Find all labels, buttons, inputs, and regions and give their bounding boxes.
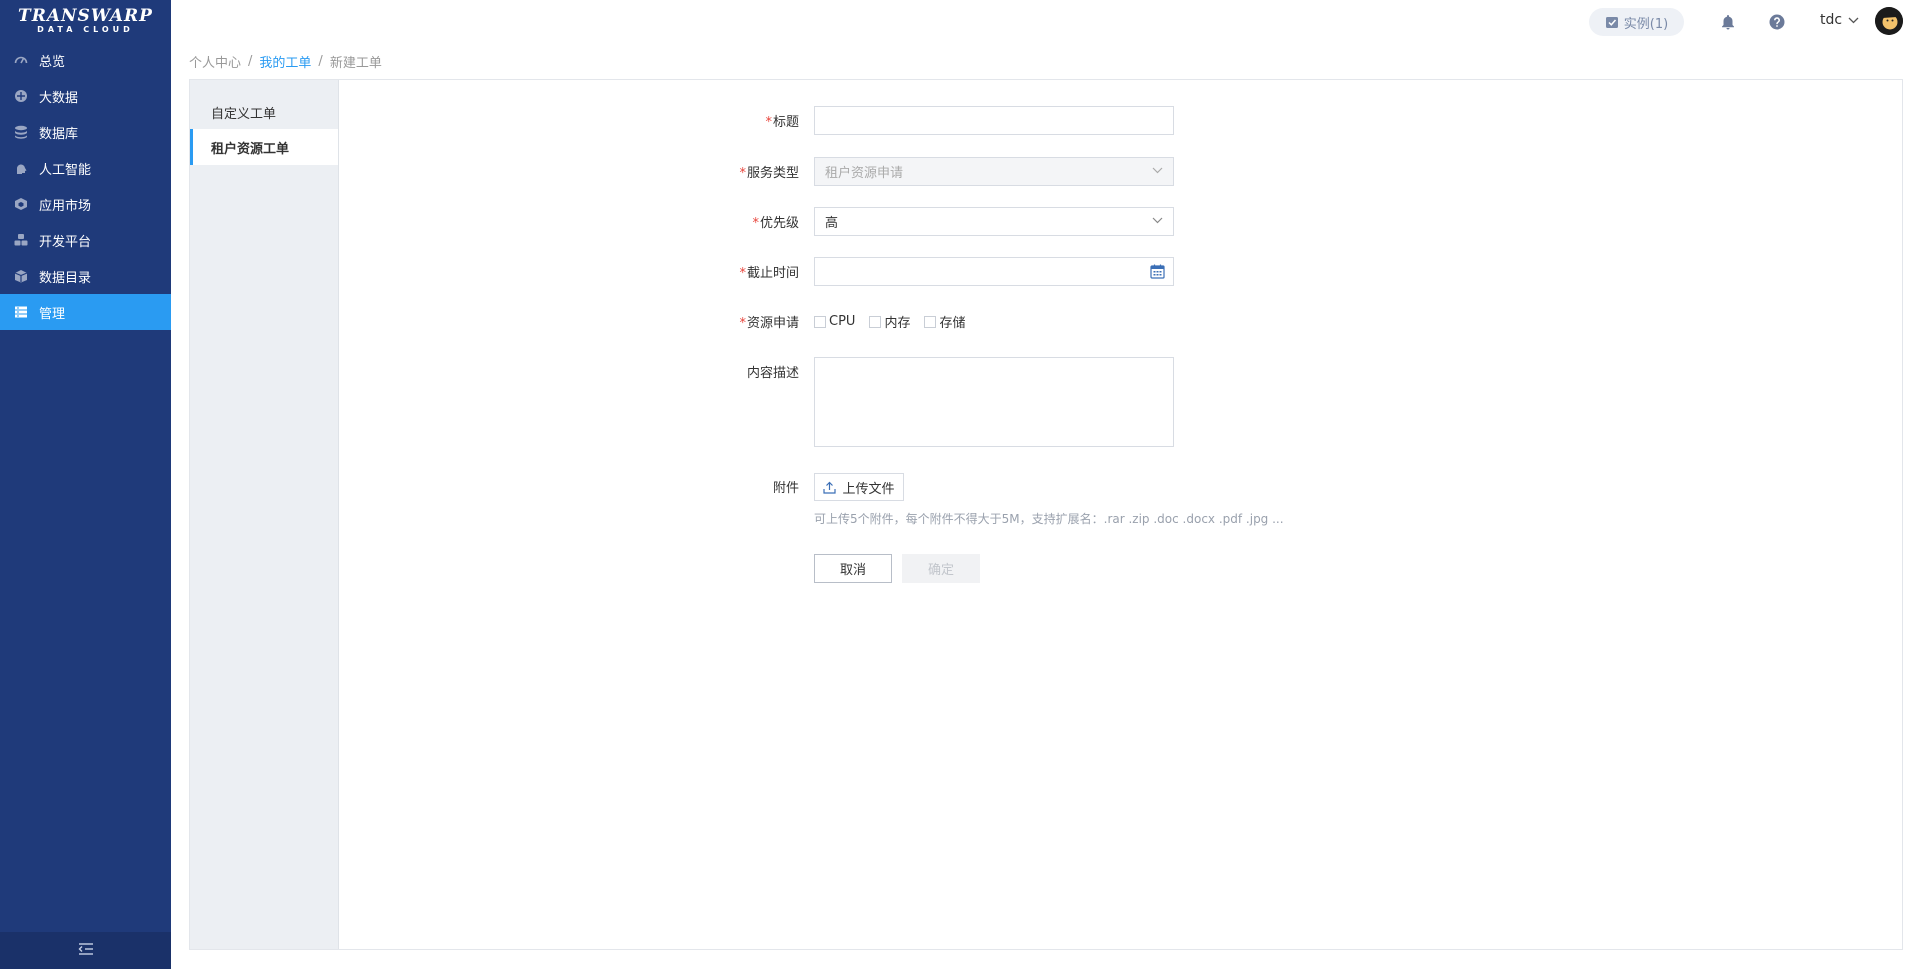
sidebar-item-database[interactable]: 数据库 [0, 114, 171, 150]
sidebar-item-ai[interactable]: 人工智能 [0, 150, 171, 186]
sidebar-item-label: 大数据 [39, 90, 79, 106]
sidebar-item-label: 总览 [39, 54, 66, 70]
brand-tagline: DATA CLOUD [37, 25, 134, 34]
deadline-date-picker[interactable] [814, 257, 1174, 286]
priority-value: 高 [825, 216, 839, 231]
big-data-icon [14, 89, 28, 103]
memory-checkbox[interactable]: 内存 [869, 312, 910, 331]
dashboard-gauge-icon [14, 53, 28, 67]
required-mark: * [739, 166, 746, 181]
breadcrumb-separator: / [248, 54, 253, 69]
sidebar-item-data-catalog[interactable]: 数据目录 [0, 258, 171, 294]
checkbox-label: CPU [829, 314, 856, 329]
checkbox-label: 内存 [884, 316, 911, 331]
required-mark: * [739, 266, 746, 281]
breadcrumb-current: 新建工单 [329, 56, 382, 71]
resource-label: *资源申请 [739, 316, 799, 331]
confirm-button[interactable]: 确定 [902, 554, 980, 583]
upload-file-label: 上传文件 [842, 481, 895, 497]
upload-icon [823, 481, 837, 494]
calendar-icon [1150, 264, 1165, 279]
priority-label: *优先级 [752, 216, 799, 231]
collapse-menu-icon [78, 942, 94, 960]
ticket-type-nav: 自定义工单 租户资源工单 [190, 80, 339, 949]
sidebar-item-label: 数据目录 [39, 270, 92, 286]
sidebar-item-big-data[interactable]: 大数据 [0, 78, 171, 114]
sidebar-item-label: 管理 [39, 306, 66, 322]
user-menu[interactable]: tdc [1820, 12, 1859, 28]
breadcrumb-separator: / [318, 54, 323, 69]
subnav-item-label: 自定义工单 [211, 106, 277, 122]
title-label: *标题 [765, 115, 799, 130]
instance-check-icon [1605, 17, 1618, 28]
subnav-item-custom-ticket[interactable]: 自定义工单 [190, 94, 338, 130]
collapse-sidebar-button[interactable] [0, 932, 171, 969]
ai-brain-icon [14, 161, 28, 175]
chevron-down-icon [1848, 17, 1859, 23]
service-type-label: *服务类型 [739, 166, 799, 181]
checkbox-label: 存储 [939, 316, 966, 331]
instances-label: 实例(1) [1623, 16, 1669, 32]
required-mark: * [739, 316, 746, 331]
checkbox-box[interactable] [814, 315, 826, 328]
deadline-label: *截止时间 [739, 266, 799, 281]
dev-platform-icon [14, 233, 28, 247]
instances-button[interactable]: 实例(1) [1589, 8, 1684, 36]
management-icon [14, 305, 28, 319]
subnav-item-label: 租户资源工单 [211, 141, 290, 157]
brand-logo[interactable]: TRANSWARP DATA CLOUD [0, 0, 171, 42]
data-catalog-icon [14, 269, 28, 283]
subnav-item-tenant-resource-ticket[interactable]: 租户资源工单 [190, 129, 338, 165]
service-type-select[interactable]: 租户资源申请 [814, 157, 1174, 186]
sidebar-item-dev-platform[interactable]: 开发平台 [0, 222, 171, 258]
description-textarea[interactable] [814, 357, 1174, 447]
storage-checkbox[interactable]: 存储 [924, 312, 965, 331]
title-input[interactable] [814, 106, 1174, 135]
required-mark: * [765, 115, 772, 130]
sidebar-item-label: 应用市场 [39, 198, 92, 214]
top-header: 实例(1) tdc [171, 0, 1920, 44]
chevron-down-icon [1152, 167, 1163, 174]
breadcrumb-my-tickets[interactable]: 我的工单 [259, 52, 311, 71]
cancel-button[interactable]: 取消 [814, 554, 892, 583]
breadcrumb: 个人中心 / 我的工单 / 新建工单 [189, 52, 382, 71]
brand-name: TRANSWARP [18, 6, 153, 26]
sidebar: TRANSWARP DATA CLOUD 总览 大数据 数据库 人工智能 应用市… [0, 0, 171, 969]
avatar[interactable] [1875, 7, 1903, 35]
sidebar-item-label: 数据库 [39, 126, 79, 142]
sidebar-item-label: 开发平台 [39, 234, 92, 250]
service-type-value: 租户资源申请 [825, 166, 904, 181]
breadcrumb-personal-center[interactable]: 个人中心 [189, 52, 241, 71]
upload-file-button[interactable]: 上传文件 [814, 473, 904, 501]
sidebar-item-overview[interactable]: 总览 [0, 42, 171, 78]
priority-select[interactable]: 高 [814, 207, 1174, 236]
upload-hint: 可上传5个附件，每个附件不得大于5M，支持扩展名：.rar .zip .doc … [814, 512, 1284, 526]
help-icon[interactable] [1768, 13, 1786, 31]
chevron-down-icon [1152, 217, 1163, 224]
cpu-checkbox[interactable]: CPU [814, 314, 855, 329]
description-label: 内容描述 [746, 366, 799, 381]
checkbox-box[interactable] [924, 315, 937, 328]
ticket-panel: 自定义工单 租户资源工单 *标题 *服务类型 租户资源申请 *优先级 高 *截止… [189, 79, 1903, 950]
bell-icon[interactable] [1719, 13, 1737, 31]
sidebar-item-app-market[interactable]: 应用市场 [0, 186, 171, 222]
sidebar-item-label: 人工智能 [39, 162, 92, 178]
checkbox-box[interactable] [869, 315, 882, 328]
username: tdc [1820, 12, 1843, 28]
app-market-icon [14, 197, 28, 211]
resource-checkbox-group: CPU 内存 存储 [814, 312, 979, 331]
sidebar-item-management[interactable]: 管理 [0, 294, 171, 330]
database-icon [14, 125, 28, 139]
required-mark: * [752, 216, 759, 231]
attachment-label: 附件 [772, 481, 799, 496]
